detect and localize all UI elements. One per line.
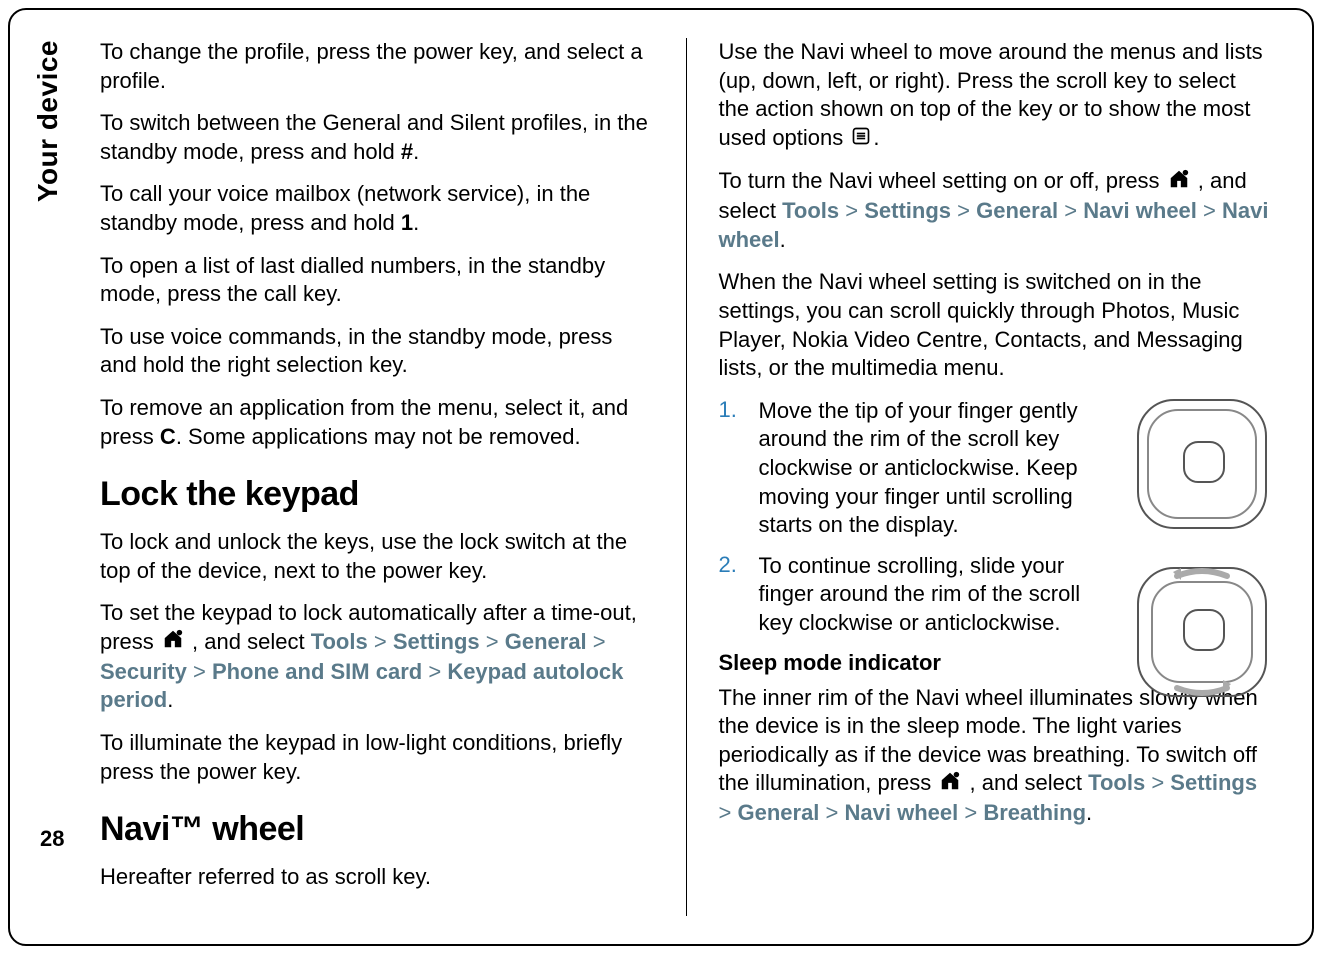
page-frame: Your device 28 To change the profile, pr… <box>8 8 1314 946</box>
step-text: To continue scrolling, slide your finger… <box>759 552 1119 638</box>
section-side-label: Your device <box>32 40 64 202</box>
heading-navi-wheel: Navi™ wheel <box>100 810 654 849</box>
page-number: 28 <box>40 826 64 852</box>
body-text: To open a list of last dialled numbers, … <box>100 252 654 309</box>
menu-path-security: Security <box>100 659 187 684</box>
menu-path-navi-wheel: Navi wheel <box>845 800 959 825</box>
body-text: When the Navi wheel setting is switched … <box>719 268 1273 382</box>
left-column: To change the profile, press the power k… <box>100 38 654 916</box>
body-text: To lock and unlock the keys, use the loc… <box>100 528 654 585</box>
body-text: The inner rim of the Navi wheel illumina… <box>719 684 1273 828</box>
step-text: Move the tip of your finger gently aroun… <box>759 397 1119 540</box>
path-separator: > <box>374 629 387 654</box>
body-text: Use the Navi wheel to move around the me… <box>719 38 1273 153</box>
heading-lock-keypad: Lock the keypad <box>100 475 654 514</box>
body-text: To illuminate the keypad in low-light co… <box>100 729 654 786</box>
two-column-layout: To change the profile, press the power k… <box>100 38 1272 916</box>
path-separator: > <box>719 800 732 825</box>
path-separator: > <box>964 800 977 825</box>
body-text: Hereafter referred to as scroll key. <box>100 863 654 892</box>
step-number: 2. <box>719 552 747 638</box>
path-separator: > <box>486 629 499 654</box>
column-divider <box>686 38 687 916</box>
home-icon <box>939 770 961 800</box>
right-column: Use the Navi wheel to move around the me… <box>719 38 1273 916</box>
path-separator: > <box>428 659 441 684</box>
body-text: To switch between the General and Silent… <box>100 109 654 166</box>
menu-path-tools: Tools <box>782 198 839 223</box>
body-text: To turn the Navi wheel setting on or off… <box>719 167 1273 254</box>
path-separator: > <box>1203 198 1216 223</box>
menu-icon <box>851 125 871 154</box>
menu-path-general: General <box>737 800 819 825</box>
body-text: To use voice commands, in the standby mo… <box>100 323 654 380</box>
menu-path-general: General <box>505 629 587 654</box>
path-separator: > <box>593 629 606 654</box>
body-text: To remove an application from the menu, … <box>100 394 654 451</box>
path-separator: > <box>193 659 206 684</box>
menu-path-breathing: Breathing <box>983 800 1086 825</box>
body-text: To call your voice mailbox (network serv… <box>100 180 654 237</box>
path-separator: > <box>957 198 970 223</box>
body-text: To change the profile, press the power k… <box>100 38 654 95</box>
menu-path-tools: Tools <box>1088 770 1145 795</box>
menu-path-settings: Settings <box>393 629 480 654</box>
menu-path-navi-wheel: Navi wheel <box>1083 198 1197 223</box>
menu-path-phone-sim: Phone and SIM card <box>212 659 422 684</box>
menu-path-general: General <box>976 198 1058 223</box>
path-separator: > <box>845 198 858 223</box>
home-icon <box>1168 168 1190 198</box>
navi-wheel-figure-1 <box>1132 394 1272 534</box>
path-separator: > <box>1151 770 1164 795</box>
path-separator: > <box>1064 198 1077 223</box>
path-separator: > <box>826 800 839 825</box>
body-text: To set the keypad to lock automatically … <box>100 599 654 715</box>
menu-path-settings: Settings <box>1170 770 1257 795</box>
home-icon <box>162 628 184 658</box>
menu-path-tools: Tools <box>311 629 368 654</box>
step-number: 1. <box>719 397 747 540</box>
menu-path-settings: Settings <box>864 198 951 223</box>
navi-wheel-figure-2 <box>1132 562 1272 702</box>
